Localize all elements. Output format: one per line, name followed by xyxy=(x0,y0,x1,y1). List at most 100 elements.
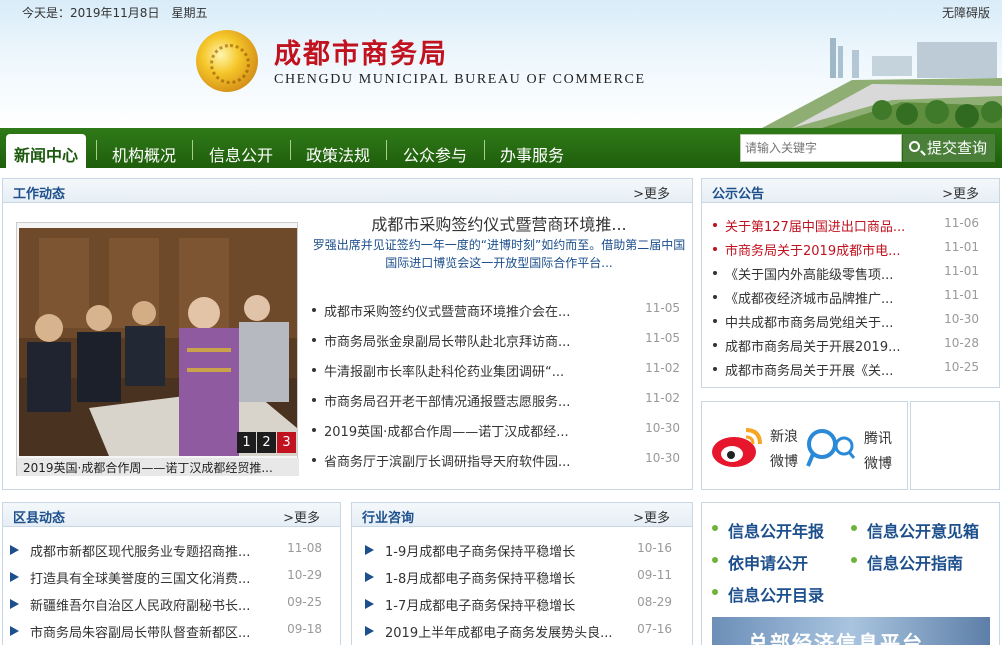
notice-item[interactable]: 成都市商务局关于开展《关... 10-25 xyxy=(713,360,979,378)
search-button-label: 提交查询 xyxy=(927,139,988,157)
list-item[interactable]: 2019英国·成都合作周——诺丁汉成都经... 10-30 xyxy=(312,421,680,439)
panel-header: 区县动态 >更多 xyxy=(3,503,340,527)
bullet-icon xyxy=(712,589,718,595)
bullet-icon xyxy=(312,398,316,402)
bullet-icon xyxy=(312,368,316,372)
bullet-icon xyxy=(312,338,316,342)
nav-separator xyxy=(484,140,485,160)
weibo-label: 微博 xyxy=(770,454,798,470)
bullet-icon xyxy=(713,271,717,275)
bullet-icon xyxy=(713,247,717,251)
nav-separator xyxy=(386,140,387,160)
more-link[interactable]: >更多 xyxy=(633,183,670,202)
news-slideshow[interactable]: 1 2 3 2019英国·成都合作周——诺丁汉成都经贸推... xyxy=(16,222,299,476)
bullet-icon xyxy=(713,319,717,323)
nav-separator xyxy=(96,140,97,160)
blank-panel xyxy=(910,401,1000,490)
triangle-bullet-icon xyxy=(10,572,19,582)
more-link[interactable]: >更多 xyxy=(942,183,979,202)
date-text: 今天是：2019年11月8日 星期五 xyxy=(22,6,208,20)
notice-item[interactable]: 关于第127届中国进出口商品... 11-06 xyxy=(713,216,979,234)
featured-headline[interactable]: 成都市采购签约仪式暨营商环境推... xyxy=(312,211,686,235)
notice-item[interactable]: 《成都夜经济城市品牌推广... 11-01 xyxy=(713,288,979,306)
bullet-icon xyxy=(712,525,718,531)
triangle-bullet-icon xyxy=(10,545,19,555)
more-link[interactable]: >更多 xyxy=(633,507,670,526)
list-item[interactable]: 2019上半年成都电子商务发展势头良... 07-16 xyxy=(365,622,672,640)
nav-item-policy[interactable]: 政策法规 xyxy=(306,142,370,166)
accessibility-link[interactable]: 无障碍版 xyxy=(942,4,990,21)
slide-page-2[interactable]: 2 xyxy=(257,432,276,453)
list-item[interactable]: 1-9月成都电子商务保持平稳增长 10-16 xyxy=(365,541,672,559)
more-link[interactable]: >更多 xyxy=(283,507,320,526)
site-title: 成都市商务局 xyxy=(274,39,448,70)
triangle-bullet-icon xyxy=(10,626,19,636)
list-item[interactable]: 市商务局张金泉副局长带队赴北京拜访商... 11-05 xyxy=(312,331,680,349)
list-item[interactable]: 1-8月成都电子商务保持平稳增长 09-11 xyxy=(365,568,672,586)
notice-item[interactable]: 《关于国内外高能级零售项... 11-01 xyxy=(713,264,979,282)
nav-item-services[interactable]: 办事服务 xyxy=(500,142,564,166)
bullet-icon xyxy=(713,343,717,347)
panel-title: 行业咨询 xyxy=(362,511,415,526)
hq-economy-banner[interactable]: 总部经济信息平台 xyxy=(712,617,990,645)
bullet-icon xyxy=(713,295,717,299)
list-item[interactable]: 1-7月成都电子商务保持平稳增长 08-29 xyxy=(365,595,672,613)
info-feedback-link[interactable]: 信息公开意见箱 xyxy=(851,518,979,542)
list-item[interactable]: 省商务厅于滨副厅长调研指导天府软件园... 10-30 xyxy=(312,451,680,469)
info-annual-report-link[interactable]: 信息公开年报 xyxy=(712,518,824,542)
slide-page-3[interactable]: 3 xyxy=(277,432,296,453)
list-item[interactable]: 市商务局朱容副局长带队督查新都区... 09-18 xyxy=(10,622,322,640)
panel-title: 公示公告 xyxy=(712,187,765,202)
nav-item-info-public[interactable]: 信息公开 xyxy=(209,142,273,166)
tencent-weibo-icon xyxy=(806,429,856,467)
notice-item[interactable]: 市商务局关于2019成都市电... 11-01 xyxy=(713,240,979,258)
info-catalog-link[interactable]: 信息公开目录 xyxy=(712,582,824,606)
panel-header: 公示公告 >更多 xyxy=(702,179,999,203)
bullet-icon xyxy=(713,367,717,371)
triangle-bullet-icon xyxy=(365,599,374,609)
search-input[interactable] xyxy=(740,134,902,162)
nav-separator xyxy=(290,140,291,160)
bullet-icon xyxy=(712,557,718,563)
triangle-bullet-icon xyxy=(365,572,374,582)
city-skyline-image xyxy=(762,38,1002,128)
search-icon xyxy=(909,141,920,152)
triangle-bullet-icon xyxy=(365,545,374,555)
featured-summary[interactable]: 罗强出席并见证签约一年一度的“进博时刻”如约而至。借助第二届中国国际进口博览会这… xyxy=(312,236,686,272)
site-header: 今天是：2019年11月8日 星期五 无障碍版 成都市商务局 CHENGDU M… xyxy=(0,0,1002,128)
info-guide-link[interactable]: 信息公开指南 xyxy=(851,550,963,574)
list-item[interactable]: 成都市采购签约仪式暨营商环境推介会在... 11-05 xyxy=(312,301,680,319)
bullet-icon xyxy=(312,428,316,432)
bullet-icon xyxy=(312,308,316,312)
notice-item[interactable]: 中共成都市商务局党组关于... 10-30 xyxy=(713,312,979,330)
notice-panel: 公示公告 >更多 xyxy=(701,178,1000,388)
tencent-label: 腾讯 xyxy=(864,431,892,447)
list-item[interactable]: 打造具有全球美誉度的三国文化消费... 10-29 xyxy=(10,568,322,586)
news-photo xyxy=(19,228,297,456)
site-subtitle: CHENGDU MUNICIPAL BUREAU OF COMMERCE xyxy=(274,72,646,87)
list-item[interactable]: 新疆维吾尔自治区人民政府副秘书长... 09-25 xyxy=(10,595,322,613)
nav-item-news[interactable]: 新闻中心 xyxy=(6,134,87,168)
bullet-icon xyxy=(713,223,717,227)
search-button[interactable]: 提交查询 xyxy=(903,134,995,162)
slide-page-1[interactable]: 1 xyxy=(237,432,256,453)
info-application-link[interactable]: 依申请公开 xyxy=(712,550,808,574)
notice-item[interactable]: 成都市商务局关于开展2019... 10-28 xyxy=(713,336,979,354)
nav-item-participation[interactable]: 公众参与 xyxy=(403,142,467,166)
bureau-emblem-icon xyxy=(196,30,258,92)
weibo-panel[interactable]: 新浪 微博 腾讯 微博 xyxy=(701,401,908,490)
triangle-bullet-icon xyxy=(10,599,19,609)
slide-caption[interactable]: 2019英国·成都合作周——诺丁汉成都经贸推... xyxy=(17,458,299,476)
bullet-icon xyxy=(851,525,857,531)
panel-header: 工作动态 >更多 xyxy=(3,179,692,203)
triangle-bullet-icon xyxy=(365,626,374,636)
tencent-label: 微博 xyxy=(864,456,892,472)
nav-item-organization[interactable]: 机构概况 xyxy=(112,142,176,166)
weibo-label: 新浪 xyxy=(770,429,798,445)
list-item[interactable]: 成都市新都区现代服务业专题招商推... 11-08 xyxy=(10,541,322,559)
banner-text: 总部经济信息平台 xyxy=(748,631,924,645)
list-item[interactable]: 市商务局召开老干部情况通报暨志愿服务... 11-02 xyxy=(312,391,680,409)
nav-separator xyxy=(192,140,193,160)
list-item[interactable]: 牛清报副市长率队赴科伦药业集团调研“... 11-02 xyxy=(312,361,680,379)
panel-header: 行业咨询 >更多 xyxy=(352,503,692,527)
